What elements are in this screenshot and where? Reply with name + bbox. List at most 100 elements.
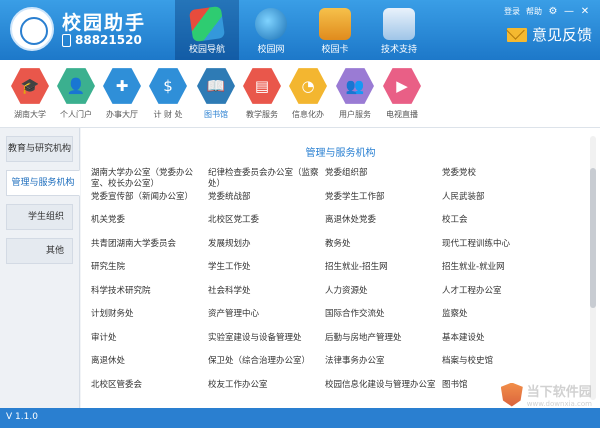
org-link[interactable]: 湖南大学办公室（党委办公室、校长办公室） [91,168,208,192]
org-link[interactable]: 共青团湖南大学委员会 [91,239,208,263]
category-label: 信息化办 [292,110,324,119]
org-link[interactable]: 发展规划办 [208,239,325,263]
sidebar-item-education[interactable]: 教育与研究机构 [6,136,73,162]
category-label: 办事大厅 [106,110,138,119]
org-link[interactable]: 党委学生工作部 [325,192,442,216]
sidebar-item-other[interactable]: 其他 [6,238,73,264]
org-link[interactable]: 科学技术研究院 [91,286,208,310]
teaching-icon: ▤ [243,68,281,104]
main-nav: 校园导航 校园网 校园卡 技术支持 [175,0,431,60]
app-header: 校园助手 88821520 校园导航 校园网 校园卡 技术支持 登录 帮助 ⚙ … [0,0,600,60]
category-label: 电视直播 [386,110,418,119]
org-link[interactable]: 人民武装部 [442,192,559,216]
globe-icon [255,8,287,40]
close-icon[interactable]: ✕ [580,6,590,17]
org-link[interactable]: 法律事务办公室 [325,356,442,380]
org-link[interactable]: 纪律检查委员会办公室（监察处） [208,168,325,192]
nav-campus-card[interactable]: 校园卡 [303,0,367,60]
help-link[interactable]: 帮助 [526,6,542,17]
sidebar-item-student-orgs[interactable]: 学生组织 [6,204,73,230]
gear-icon[interactable]: ⚙ [548,6,558,17]
campus-nav-icon [188,5,226,43]
graduation-cap-icon: 🎓 [11,68,49,104]
shield-icon [500,382,523,407]
scrollbar-thumb[interactable] [590,168,596,308]
org-link[interactable]: 研究生院 [91,262,208,286]
org-link[interactable]: 机关党委 [91,215,208,239]
org-link[interactable]: 国际合作交流处 [325,309,442,333]
org-link[interactable]: 校友工作办公室 [208,380,325,404]
nav-tech-support[interactable]: 技术支持 [367,0,431,60]
org-link[interactable]: 北校区党工委 [208,215,325,239]
org-link[interactable]: 校园信息化建设与管理办公室 [325,380,442,404]
content-panel: 管理与服务机构 湖南大学办公室（党委办公室、校长办公室） 纪律检查委员会办公室（监… [81,128,600,408]
nav-label: 校园导航 [188,45,225,55]
org-link[interactable]: 学生工作处 [208,262,325,286]
org-link[interactable]: 档案与校史馆 [442,356,559,380]
category-hnu[interactable]: 🎓 湖南大学 [6,67,54,120]
org-link[interactable]: 保卫处（综合治理办公室） [208,356,325,380]
org-link[interactable]: 招生就业-就业网 [442,262,559,286]
org-link[interactable]: 监察处 [442,309,559,333]
org-link[interactable]: 人力资源处 [325,286,442,310]
category-bar: 🎓 湖南大学 👤 个人门户 ✚ 办事大厅 $ 计 财 处 📖 图书馆 ▤ 教学服… [0,60,600,128]
org-link[interactable]: 党委党校 [442,168,559,192]
org-link[interactable]: 后勤与房地产管理处 [325,333,442,357]
org-link[interactable]: 离退休处党委 [325,215,442,239]
login-link[interactable]: 登录 [504,6,520,17]
org-link[interactable]: 离退休处 [91,356,208,380]
org-grid: 湖南大学办公室（党委办公室、校长办公室） 纪律检查委员会办公室（监察处） 党委组织部… [91,168,571,403]
org-link[interactable]: 校工会 [442,215,559,239]
category-service-hall[interactable]: ✚ 办事大厅 [98,67,146,120]
nav-campus-net[interactable]: 校园网 [239,0,303,60]
nav-campus-guide[interactable]: 校园导航 [175,0,239,60]
users-icon: 👥 [336,68,374,104]
university-logo [10,7,54,51]
feedback-button[interactable]: 意见反馈 [506,24,592,45]
org-link[interactable]: 社会科学处 [208,286,325,310]
category-teaching[interactable]: ▤ 教学服务 [238,67,286,120]
app-title: 校园助手 [62,12,147,34]
category-label: 个人门户 [60,110,92,119]
status-bar: V 1.1.0 [0,408,600,428]
org-link[interactable]: 实验室建设与设备管理处 [208,333,325,357]
nav-label: 校园卡 [321,45,349,55]
category-label: 教学服务 [246,110,278,119]
phone-number: 88821520 [62,33,142,47]
category-library[interactable]: 📖 图书馆 [192,67,240,120]
category-user-service[interactable]: 👥 用户服务 [331,67,379,120]
books-icon [383,8,415,40]
watermark-text: 当下软件园 www.downxia.com [527,381,592,408]
category-it-office[interactable]: ◔ 信息化办 [284,67,332,120]
pie-chart-icon: ◔ [289,68,327,104]
org-link[interactable]: 教务处 [325,239,442,263]
org-link[interactable]: 基本建设处 [442,333,559,357]
org-link[interactable]: 资产管理中心 [208,309,325,333]
org-link[interactable]: 计划财务处 [91,309,208,333]
envelope-icon [506,27,527,42]
nav-label: 技术支持 [380,45,417,55]
org-link[interactable]: 党委组织部 [325,168,442,192]
category-portal[interactable]: 👤 个人门户 [52,67,100,120]
org-link[interactable]: 党委统战部 [208,192,325,216]
org-link[interactable]: 北校区管委会 [91,380,208,404]
person-icon: 👤 [57,68,95,104]
category-label: 图书馆 [204,110,228,119]
sidebar: 教育与研究机构 管理与服务机构 学生组织 其他 [0,128,80,408]
feedback-label: 意见反馈 [531,26,592,44]
org-link[interactable]: 招生就业-招生网 [325,262,442,286]
org-link[interactable]: 审计处 [91,333,208,357]
category-tv-live[interactable]: ▶ 电视直播 [378,67,426,120]
sidebar-item-management[interactable]: 管理与服务机构 [6,170,80,196]
category-finance[interactable]: $ 计 财 处 [144,67,192,120]
watermark-sub: www.downxia.com [526,400,592,408]
org-link[interactable]: 党委宣传部（新闻办公室） [91,192,208,216]
org-link[interactable]: 现代工程训练中心 [442,239,559,263]
section-title: 管理与服务机构 [305,148,376,159]
watermark-main: 当下软件园 [526,385,592,400]
org-link[interactable]: 人才工程办公室 [442,286,559,310]
minimize-icon[interactable]: — [564,6,574,17]
phone-icon [62,33,71,47]
phone-text: 88821520 [75,33,142,47]
book-icon: 📖 [197,68,235,104]
